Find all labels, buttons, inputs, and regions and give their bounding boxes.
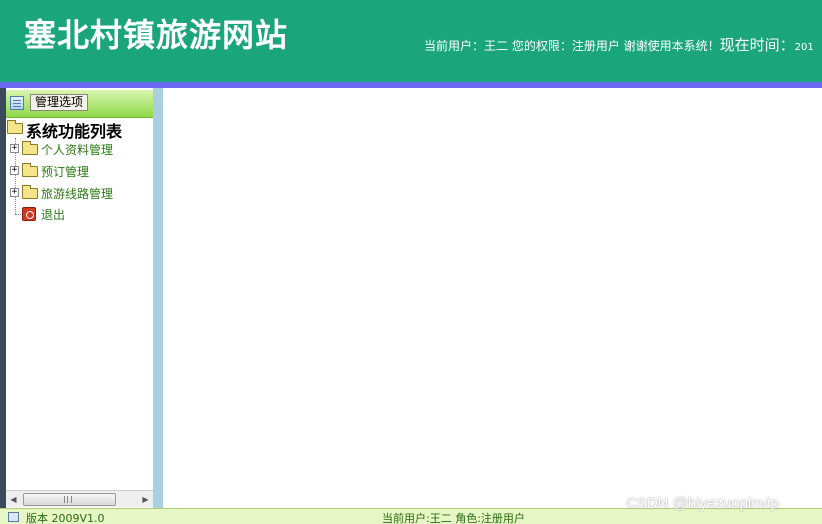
sidebar-horizontal-scrollbar[interactable]: ◀ ▶ bbox=[6, 490, 153, 507]
tree-item-label: 旅游线路管理 bbox=[41, 187, 114, 201]
time-label: 现在时间： bbox=[719, 36, 795, 54]
site-title: 塞北村镇旅游网站 bbox=[24, 16, 289, 54]
scroll-right-arrow-icon[interactable]: ▶ bbox=[138, 492, 153, 507]
table-icon bbox=[10, 96, 24, 110]
tree-item-label: 个人资料管理 bbox=[41, 143, 114, 157]
sidebar-splitter[interactable] bbox=[153, 88, 163, 508]
expand-icon[interactable]: + bbox=[10, 188, 19, 197]
sidebar: 管理选项 系统功能列表 + 个人资料管理 + 预订管理 + 旅游线路管理 退出 bbox=[6, 88, 153, 508]
user-info-text: 当前用户：王二 您的权限：注册用户 谢谢使用本系统！ bbox=[424, 39, 720, 53]
exit-icon bbox=[22, 207, 36, 221]
grip-icon bbox=[64, 496, 72, 503]
folder-icon bbox=[22, 163, 38, 177]
footer-user-role: 当前用户:王二 角色:注册用户 bbox=[382, 512, 525, 524]
folder-open-icon bbox=[7, 120, 23, 134]
tree-item-booking[interactable]: + 预订管理 bbox=[10, 162, 150, 180]
version-text: 版本 2009V1.0 bbox=[26, 512, 105, 524]
tree-item-logout[interactable]: 退出 bbox=[10, 205, 150, 223]
time-value: 201 bbox=[794, 42, 814, 53]
scroll-thumb[interactable] bbox=[23, 493, 116, 506]
tree-root[interactable]: 系统功能列表 bbox=[6, 118, 146, 141]
tree-connector bbox=[15, 214, 21, 215]
user-info-bar: 当前用户：王二 您的权限：注册用户 谢谢使用本系统！现在时间：201 bbox=[424, 34, 814, 55]
tree-item-routes[interactable]: + 旅游线路管理 bbox=[10, 184, 150, 202]
expand-icon[interactable]: + bbox=[10, 166, 19, 175]
folder-icon bbox=[22, 141, 38, 155]
scroll-left-arrow-icon[interactable]: ◀ bbox=[6, 492, 21, 507]
watermark: CSDN @biyezuopinvip bbox=[626, 495, 779, 512]
main-content-frame bbox=[163, 88, 822, 508]
tree-item-profile[interactable]: + 个人资料管理 bbox=[10, 140, 150, 158]
folder-icon bbox=[22, 185, 38, 199]
manage-options-button[interactable]: 管理选项 bbox=[30, 94, 89, 111]
tree-item-label: 预订管理 bbox=[41, 165, 90, 179]
tree-item-label: 退出 bbox=[41, 208, 66, 222]
site-header: 塞北村镇旅游网站 当前用户：王二 您的权限：注册用户 谢谢使用本系统！现在时间：… bbox=[0, 0, 822, 82]
info-icon bbox=[8, 512, 19, 522]
sidebar-header: 管理选项 bbox=[6, 90, 153, 118]
tree-root-label: 系统功能列表 bbox=[26, 122, 123, 141]
expand-icon[interactable]: + bbox=[10, 144, 19, 153]
